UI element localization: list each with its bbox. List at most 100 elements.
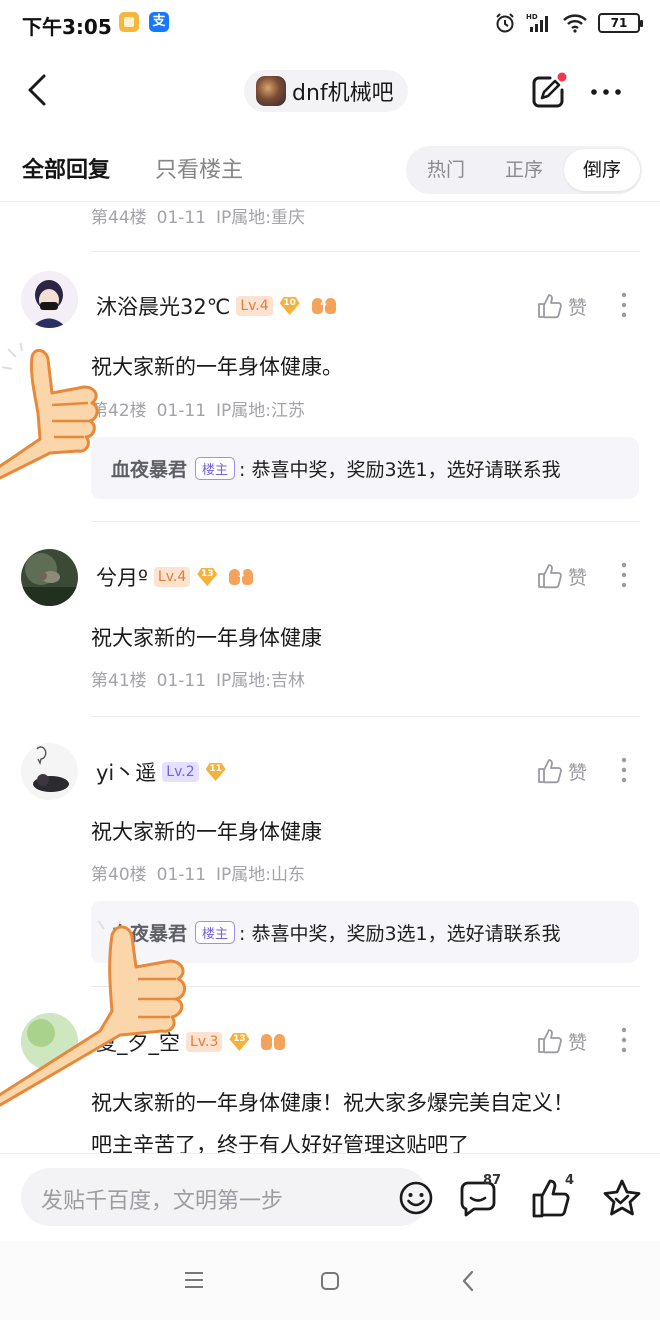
post-meta: 第44楼 01-11 IP属地:重庆 [91, 203, 315, 228]
level-badge: Lv.4 [236, 296, 273, 316]
alipay-app-icon: 支 [149, 12, 169, 32]
gem-level: 11 [209, 764, 222, 774]
floor-number: 第44楼 [91, 208, 147, 228]
owner-tag: 楼主 [195, 456, 236, 480]
floor-number: 第41楼 [91, 671, 147, 691]
forum-name-pill[interactable]: dnf机械吧 [244, 70, 408, 112]
floor-number: 第40楼 [91, 865, 147, 885]
tab-all-replies[interactable]: 全部回复 [22, 152, 110, 184]
post-more-icon[interactable] [614, 756, 634, 784]
lung-badge-icon [260, 1032, 286, 1052]
system-nav-bar [0, 1241, 660, 1320]
lung-level: 3 [238, 570, 245, 580]
forum-name: dnf机械吧 [292, 81, 394, 106]
status-time: 下午3:05 [22, 15, 112, 39]
emoji-icon[interactable] [398, 1180, 434, 1216]
like-button[interactable]: 赞 [536, 292, 587, 320]
sort-option-descending[interactable]: 倒序 [564, 149, 640, 191]
wifi-icon [563, 14, 587, 33]
title-bar: dnf机械吧 [0, 48, 660, 134]
comment-count: 87 [483, 1173, 502, 1188]
username[interactable]: 沐浴晨光32℃ [96, 291, 230, 321]
gem-icon: 13 [228, 1032, 250, 1052]
like-label: 赞 [568, 296, 588, 319]
like-count: 4 [565, 1173, 575, 1188]
gem-icon: 10 [279, 296, 301, 316]
lung-badge-icon: 4 [311, 296, 337, 316]
tab-owner-only[interactable]: 只看楼主 [155, 152, 243, 184]
ip-location: IP属地:山东 [216, 865, 306, 885]
avatar[interactable] [21, 549, 78, 606]
reply-input-placeholder: 发贴千百度，文明第一步 [41, 1189, 284, 1214]
thumb-up-icon [538, 564, 562, 589]
menu-icon[interactable] [183, 1270, 205, 1290]
battery-icon: 71 [598, 13, 643, 33]
status-icons: HD 71 [494, 10, 643, 36]
post-date: 01-11 [156, 208, 207, 228]
lung-level: 4 [320, 299, 327, 309]
post-more-icon[interactable] [614, 561, 634, 589]
nav-back-icon[interactable] [458, 1269, 478, 1293]
divider [91, 251, 640, 252]
notes-app-icon [119, 12, 139, 32]
like-button[interactable]: 赞 [536, 1027, 587, 1055]
ip-location: IP属地:重庆 [216, 208, 306, 228]
thumb-up-icon [538, 294, 562, 319]
thumb-up-icon [538, 1029, 562, 1054]
sub-reply-author[interactable]: 血夜暴君 [111, 455, 187, 482]
avatar[interactable] [21, 743, 78, 800]
ip-location: IP属地:江苏 [216, 401, 306, 421]
post-meta: 第40楼 01-11 IP属地:山东 [91, 860, 315, 885]
username[interactable]: 兮月º [96, 562, 148, 592]
forum-avatar [256, 76, 286, 106]
like-button[interactable]: 赞 [536, 757, 587, 785]
username-row: 沐浴晨光32℃ Lv.4 10 4 [96, 291, 337, 321]
thumbs-up-sticker-icon [0, 343, 99, 480]
divider [91, 521, 640, 522]
avatar[interactable] [21, 271, 78, 328]
username-row: yi丶遥 Lv.2 11 [96, 757, 227, 787]
post-more-icon[interactable] [614, 1026, 634, 1054]
post-meta: 第42楼 01-11 IP属地:江苏 [91, 396, 315, 421]
username[interactable]: yi丶遥 [96, 757, 156, 787]
sub-reply-text: : 恭喜中奖，奖励3选1，选好请联系我 [239, 458, 561, 481]
owner-tag: 楼主 [195, 920, 236, 944]
sort-segmented-control: 热门 正序 倒序 [406, 146, 642, 194]
gem-icon: 13 [196, 567, 218, 587]
reply-input[interactable]: 发贴千百度，文明第一步 [21, 1168, 433, 1226]
like-button[interactable]: 赞 [536, 562, 587, 590]
edit-icon[interactable] [528, 72, 568, 112]
back-arrow-icon[interactable] [18, 70, 58, 110]
gem-icon: 11 [205, 762, 227, 782]
like-label: 赞 [568, 761, 588, 784]
alarm-icon [496, 13, 514, 33]
sort-option-hot[interactable]: 热门 [408, 146, 484, 194]
like-label: 赞 [568, 1031, 588, 1054]
ip-location: IP属地:吉林 [216, 671, 306, 691]
home-icon[interactable] [319, 1270, 341, 1292]
signal-icon: HD [526, 13, 548, 32]
reply-feed[interactable]: 第44楼 01-11 IP属地:重庆 沐浴晨光32℃ Lv.4 10 4 赞 祝大家… [0, 203, 660, 1153]
gem-level: 13 [233, 1034, 246, 1044]
post-date: 01-11 [156, 671, 207, 691]
post-content: 祝大家新的一年身体健康 [91, 820, 322, 844]
gem-level: 10 [283, 298, 296, 308]
sub-reply[interactable]: 血夜暴君 楼主 : 恭喜中奖，奖励3选1，选好请联系我 [91, 437, 639, 499]
sub-reply-text: : 恭喜中奖，奖励3选1，选好请联系我 [239, 922, 561, 945]
post-content-line-2: 吧主辛苦了，终于有人好好管理这贴吧了 [91, 1133, 469, 1153]
post-more-icon[interactable] [614, 291, 634, 319]
more-icon[interactable] [586, 74, 626, 110]
post-meta: 第41楼 01-11 IP属地:吉林 [91, 666, 315, 691]
level-badge: Lv.2 [162, 762, 199, 782]
sort-bar: 全部回复 只看楼主 热门 正序 倒序 [0, 134, 660, 202]
post-date: 01-11 [156, 865, 207, 885]
sort-option-ascending[interactable]: 正序 [486, 146, 562, 194]
svg-text:HD: HD [526, 13, 538, 21]
lung-badge-icon: 3 [228, 567, 254, 587]
level-badge: Lv.4 [153, 567, 191, 587]
post-content: 祝大家新的一年身体健康。 [91, 355, 343, 379]
star-icon[interactable] [600, 1177, 644, 1221]
username-row: 兮月º Lv.4 13 3 [96, 562, 254, 592]
gem-level: 13 [201, 569, 214, 579]
divider [91, 716, 640, 717]
